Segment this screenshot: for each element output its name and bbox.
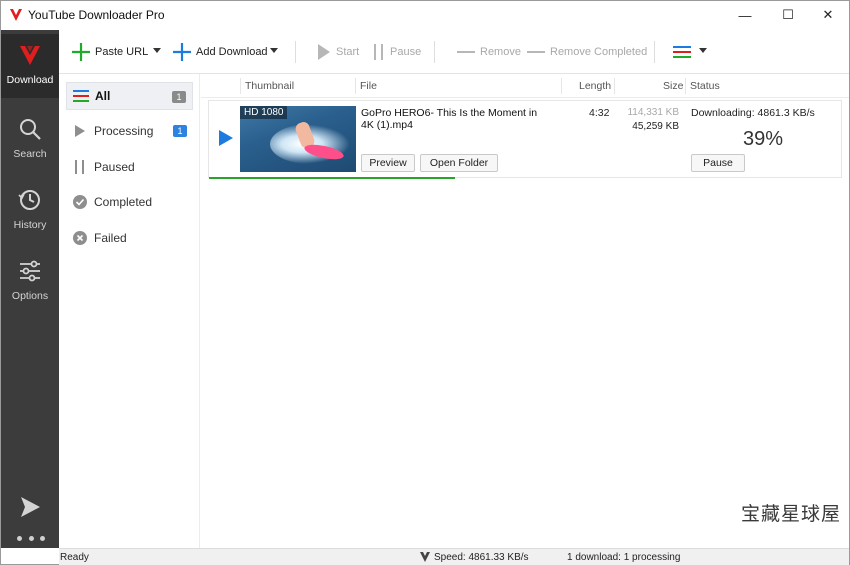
- open-folder-button[interactable]: Open Folder: [420, 154, 498, 172]
- toolbar: Paste URL Add Download Start Pause Remov…: [59, 30, 849, 74]
- column-length[interactable]: Length: [579, 80, 611, 92]
- quality-tag: HD 1080: [240, 106, 288, 119]
- maximize-icon: ☐: [782, 7, 794, 22]
- pause-button[interactable]: Pause: [372, 40, 421, 64]
- paste-url-dropdown-icon[interactable]: [153, 48, 161, 53]
- column-size[interactable]: Size: [663, 80, 683, 92]
- category-label: All: [95, 89, 111, 103]
- remove-completed-button[interactable]: Remove Completed: [526, 40, 647, 64]
- remove-button[interactable]: Remove: [456, 40, 521, 64]
- toolbar-divider: [434, 41, 435, 63]
- category-failed[interactable]: Failed: [66, 224, 193, 252]
- rail-item-label: Download: [6, 74, 54, 86]
- completed-check-icon: [72, 194, 88, 210]
- paste-url-label: Paste URL: [95, 46, 149, 58]
- rail-item-label: History: [13, 219, 47, 231]
- app-window: YouTube Downloader Pro — ☐ ✕ Download Se…: [0, 0, 850, 565]
- row-pause-button[interactable]: Pause: [691, 154, 745, 172]
- close-button[interactable]: ✕: [807, 1, 849, 29]
- start-icon: [318, 44, 330, 60]
- options-sliders-icon: [17, 258, 43, 284]
- left-nav-rail: Download Search History Options: [1, 30, 59, 548]
- column-status[interactable]: Status: [690, 80, 720, 92]
- maximize-button[interactable]: ☐: [767, 1, 809, 29]
- more-icon[interactable]: [17, 532, 45, 544]
- title-bar: YouTube Downloader Pro — ☐ ✕: [1, 1, 849, 30]
- size-total: 114,331 KB: [627, 107, 679, 118]
- rail-item-search[interactable]: Search: [1, 108, 59, 172]
- history-icon: [17, 187, 43, 213]
- video-length: 4:32: [589, 107, 610, 119]
- status-bar: Ready Speed: 4861.33 KB/s 1 download: 1 …: [59, 548, 849, 565]
- download-status: Downloading: 4861.3 KB/s: [691, 107, 815, 119]
- category-sidebar: All 1 Processing 1 Paused Completed Fail…: [59, 74, 200, 548]
- remove-completed-label: Remove Completed: [550, 46, 648, 58]
- menu-lines-icon: [673, 46, 691, 58]
- view-menu-dropdown-icon[interactable]: [699, 48, 707, 53]
- status-count: 1 download: 1 processing: [567, 552, 681, 563]
- download-logo-icon: [17, 42, 43, 68]
- file-name: GoPro HERO6- This Is the Moment in 4K (1…: [361, 107, 538, 131]
- view-menu-button[interactable]: [672, 40, 696, 64]
- start-button[interactable]: Start: [316, 40, 359, 64]
- paused-icon: [72, 159, 88, 175]
- status-ready: Ready: [60, 552, 89, 563]
- download-row[interactable]: HD 1080 GoPro HERO6- This Is the Moment …: [208, 100, 842, 179]
- paste-url-button[interactable]: Paste URL: [71, 40, 148, 64]
- minimize-button[interactable]: —: [724, 1, 766, 29]
- toolbar-divider: [295, 41, 296, 63]
- speed-icon: [420, 552, 430, 562]
- category-all[interactable]: All 1: [66, 82, 193, 110]
- window-title: YouTube Downloader Pro: [28, 8, 165, 22]
- close-icon: ✕: [822, 7, 834, 22]
- plus-green-icon: [72, 43, 90, 61]
- rail-item-history[interactable]: History: [1, 179, 59, 243]
- row-play-icon[interactable]: [218, 129, 234, 147]
- category-label: Failed: [94, 231, 127, 245]
- category-label: Completed: [94, 195, 153, 209]
- app-logo-icon: [10, 9, 22, 21]
- failed-x-icon: [72, 230, 88, 246]
- plus-blue-icon: [173, 43, 191, 61]
- column-file[interactable]: File: [360, 80, 377, 92]
- category-completed[interactable]: Completed: [66, 188, 193, 216]
- search-icon: [17, 116, 43, 142]
- status-speed: Speed: 4861.33 KB/s: [434, 552, 529, 563]
- download-list: Thumbnail File Length Size Status HD 108…: [201, 74, 849, 548]
- category-paused[interactable]: Paused: [66, 153, 193, 181]
- preview-button[interactable]: Preview: [361, 154, 415, 172]
- pause-icon: [374, 44, 383, 60]
- all-lines-icon: [73, 88, 89, 104]
- add-download-label: Add Download: [196, 46, 268, 58]
- pause-label: Pause: [390, 46, 422, 58]
- remove-completed-icon: [527, 51, 545, 53]
- category-label: Processing: [94, 124, 154, 138]
- start-label: Start: [336, 46, 360, 58]
- video-thumbnail[interactable]: HD 1080: [240, 106, 356, 172]
- remove-label: Remove: [480, 46, 521, 58]
- add-download-button[interactable]: Add Download: [172, 40, 268, 64]
- player-icon[interactable]: [18, 495, 42, 519]
- column-thumbnail[interactable]: Thumbnail: [245, 80, 294, 92]
- rail-item-download[interactable]: Download: [1, 34, 59, 98]
- progress-bar: [209, 177, 455, 179]
- download-percent: 39%: [743, 128, 784, 150]
- list-header: Thumbnail File Length Size Status: [201, 74, 849, 98]
- processing-play-icon: [72, 123, 88, 139]
- category-count-badge: 1: [172, 91, 186, 103]
- rail-item-label: Options: [11, 290, 49, 302]
- rail-item-label: Search: [13, 148, 47, 160]
- add-download-dropdown-icon[interactable]: [270, 48, 278, 53]
- remove-icon: [457, 51, 475, 53]
- category-count-badge: 1: [173, 125, 187, 137]
- category-label: Paused: [94, 160, 135, 174]
- size-downloaded: 45,259 KB: [632, 121, 679, 132]
- toolbar-divider: [654, 41, 655, 63]
- category-processing[interactable]: Processing 1: [66, 117, 193, 145]
- rail-item-options[interactable]: Options: [1, 250, 59, 314]
- watermark-text: 宝藏星球屋: [741, 503, 842, 525]
- minimize-icon: —: [738, 7, 752, 23]
